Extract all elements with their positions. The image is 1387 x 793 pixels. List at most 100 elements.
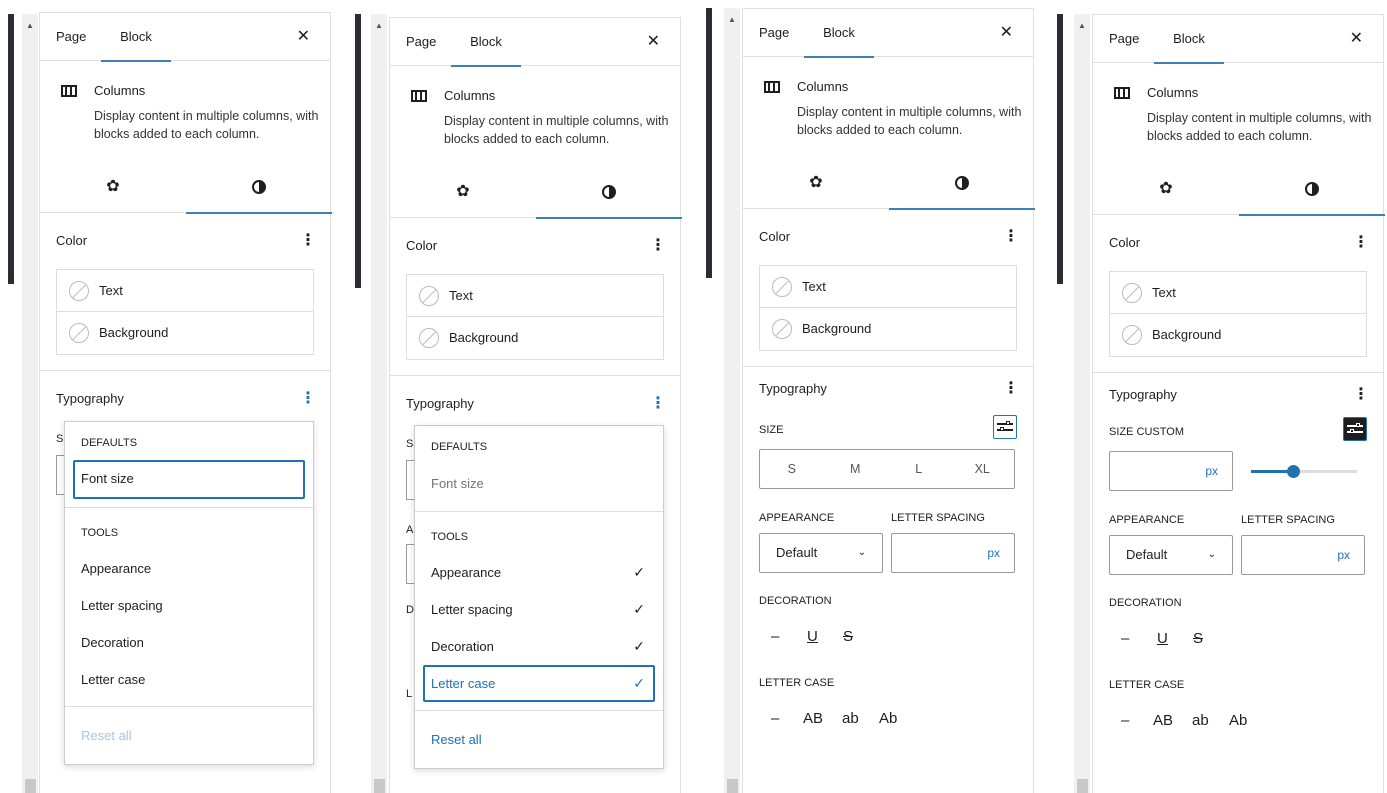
color-text-item[interactable]: Text	[57, 270, 313, 312]
close-icon[interactable]: ✕	[1000, 9, 1013, 57]
empty-swatch-icon	[1122, 283, 1142, 303]
color-options-kebab-icon[interactable]: ⋮	[1003, 209, 1019, 265]
typography-options-kebab-icon[interactable]: ⋮	[650, 376, 666, 432]
case-capitalize-button[interactable]: Ab	[1229, 712, 1247, 729]
appearance-value: Default	[1126, 547, 1168, 562]
menu-item-letter-case[interactable]: Letter case ✓	[423, 665, 655, 702]
color-text-item[interactable]: Text	[407, 275, 663, 317]
tab-page[interactable]: Page	[759, 9, 789, 57]
color-text-item[interactable]: Text	[760, 266, 1016, 308]
case-lower-button[interactable]: ab	[1192, 712, 1209, 729]
tab-page[interactable]: Page	[56, 13, 86, 61]
panel-tabs: Page Block ✕	[1093, 15, 1383, 64]
size-option-xl[interactable]: XL	[951, 450, 1015, 488]
tab-styles[interactable]	[1239, 167, 1385, 216]
menu-item-letter-spacing[interactable]: Letter spacing	[73, 587, 305, 624]
tab-settings[interactable]: ✿	[40, 165, 186, 213]
case-lower-button[interactable]: ab	[842, 710, 859, 727]
tab-page[interactable]: Page	[1109, 15, 1139, 63]
scroll-up-icon[interactable]: ▲	[1074, 20, 1090, 32]
case-upper-button[interactable]: AB	[803, 710, 823, 727]
case-upper-button[interactable]: AB	[1153, 712, 1173, 729]
scrollbar-4[interactable]: ▲	[1074, 14, 1090, 793]
custom-size-input[interactable]: px	[1109, 451, 1233, 491]
menu-item-reset-all[interactable]: Reset all	[73, 717, 305, 754]
tab-settings[interactable]: ✿	[390, 170, 536, 218]
menu-item-reset-all[interactable]: Reset all	[423, 721, 655, 758]
decoration-strikethrough-button[interactable]: S	[843, 628, 853, 645]
decoration-strikethrough-button[interactable]: S	[1193, 630, 1203, 647]
tab-page[interactable]: Page	[406, 18, 436, 66]
custom-size-toggle-icon[interactable]	[993, 415, 1017, 439]
tab-block[interactable]: Block	[101, 13, 171, 62]
size-label-text: SIZE	[1109, 426, 1134, 438]
scroll-thumb[interactable]	[374, 779, 385, 793]
unit-label: px	[987, 546, 1000, 560]
typography-options-kebab-icon[interactable]: ⋮	[1353, 373, 1369, 417]
menu-tools-group: TOOLS Appearance Letter spacing Decorati…	[65, 508, 313, 707]
letter-spacing-input[interactable]: px	[891, 533, 1015, 573]
menu-item-appearance[interactable]: Appearance	[73, 550, 305, 587]
appearance-select[interactable]: Default ⌄	[759, 533, 883, 573]
tab-settings[interactable]: ✿	[743, 161, 889, 209]
typography-options-kebab-icon[interactable]: ⋮	[1003, 367, 1019, 411]
letter-spacing-input[interactable]: px	[1241, 535, 1365, 575]
color-background-item[interactable]: Background	[1110, 314, 1366, 356]
tab-settings[interactable]: ✿	[1093, 167, 1239, 215]
tab-styles[interactable]	[536, 170, 682, 219]
menu-item-decoration[interactable]: Decoration	[73, 624, 305, 661]
tab-styles[interactable]	[889, 161, 1035, 210]
columns-icon	[411, 90, 427, 102]
close-icon[interactable]: ✕	[297, 13, 310, 61]
scroll-thumb[interactable]	[25, 779, 36, 793]
scroll-up-icon[interactable]: ▲	[22, 20, 38, 32]
size-option-m[interactable]: M	[824, 450, 888, 488]
close-icon[interactable]: ✕	[647, 18, 660, 66]
gear-icon: ✿	[809, 174, 823, 191]
scrollbar-2[interactable]: ▲	[371, 14, 387, 793]
color-background-item[interactable]: Background	[407, 317, 663, 359]
tab-styles[interactable]	[186, 165, 332, 214]
slider-thumb[interactable]	[1287, 465, 1301, 478]
color-background-item[interactable]: Background	[57, 312, 313, 354]
color-list: Text Background	[759, 265, 1017, 351]
decoration-underline-button[interactable]: U	[1157, 630, 1168, 647]
case-none-button[interactable]: –	[771, 710, 779, 727]
menu-item-font-size[interactable]: Font size	[73, 460, 305, 499]
tab-block[interactable]: Block	[451, 18, 521, 67]
custom-size-slider[interactable]	[1251, 465, 1357, 478]
scroll-thumb[interactable]	[727, 779, 738, 793]
decoration-none-button[interactable]: –	[771, 628, 779, 645]
scroll-up-icon[interactable]: ▲	[371, 20, 387, 32]
menu-item-appearance[interactable]: Appearance ✓	[423, 554, 655, 591]
menu-item-letter-case[interactable]: Letter case	[73, 661, 305, 698]
typography-options-kebab-icon[interactable]: ⋮	[300, 371, 316, 427]
custom-size-toggle-icon[interactable]	[1343, 417, 1367, 441]
scrollbar-3[interactable]: ▲	[724, 8, 740, 793]
scroll-thumb[interactable]	[1077, 779, 1088, 793]
menu-tools-caption: TOOLS	[81, 527, 119, 539]
color-options-kebab-icon[interactable]: ⋮	[300, 213, 316, 269]
color-options-kebab-icon[interactable]: ⋮	[1353, 215, 1369, 271]
appearance-select[interactable]: Default ⌄	[1109, 535, 1233, 575]
close-icon[interactable]: ✕	[1350, 15, 1363, 63]
scrollbar-1[interactable]: ▲	[22, 14, 38, 793]
menu-item-font-size[interactable]: Font size	[423, 464, 655, 503]
case-none-button[interactable]: –	[1121, 712, 1129, 729]
color-background-item[interactable]: Background	[760, 308, 1016, 350]
decoration-underline-button[interactable]: U	[807, 628, 818, 645]
block-title: Columns	[94, 83, 146, 98]
tab-block[interactable]: Block	[1154, 15, 1224, 64]
color-options-kebab-icon[interactable]: ⋮	[650, 218, 666, 274]
menu-item-decoration[interactable]: Decoration ✓	[423, 628, 655, 665]
size-option-l[interactable]: L	[887, 450, 951, 488]
scroll-up-icon[interactable]: ▲	[724, 14, 740, 26]
inspector-tabs: ✿	[390, 170, 682, 219]
size-option-s[interactable]: S	[760, 450, 824, 488]
color-text-item[interactable]: Text	[1110, 272, 1366, 314]
appearance-label: APPEARANCE	[1109, 514, 1185, 526]
tab-block[interactable]: Block	[804, 9, 874, 58]
case-capitalize-button[interactable]: Ab	[879, 710, 897, 727]
decoration-none-button[interactable]: –	[1121, 630, 1129, 647]
menu-item-letter-spacing[interactable]: Letter spacing ✓	[423, 591, 655, 628]
